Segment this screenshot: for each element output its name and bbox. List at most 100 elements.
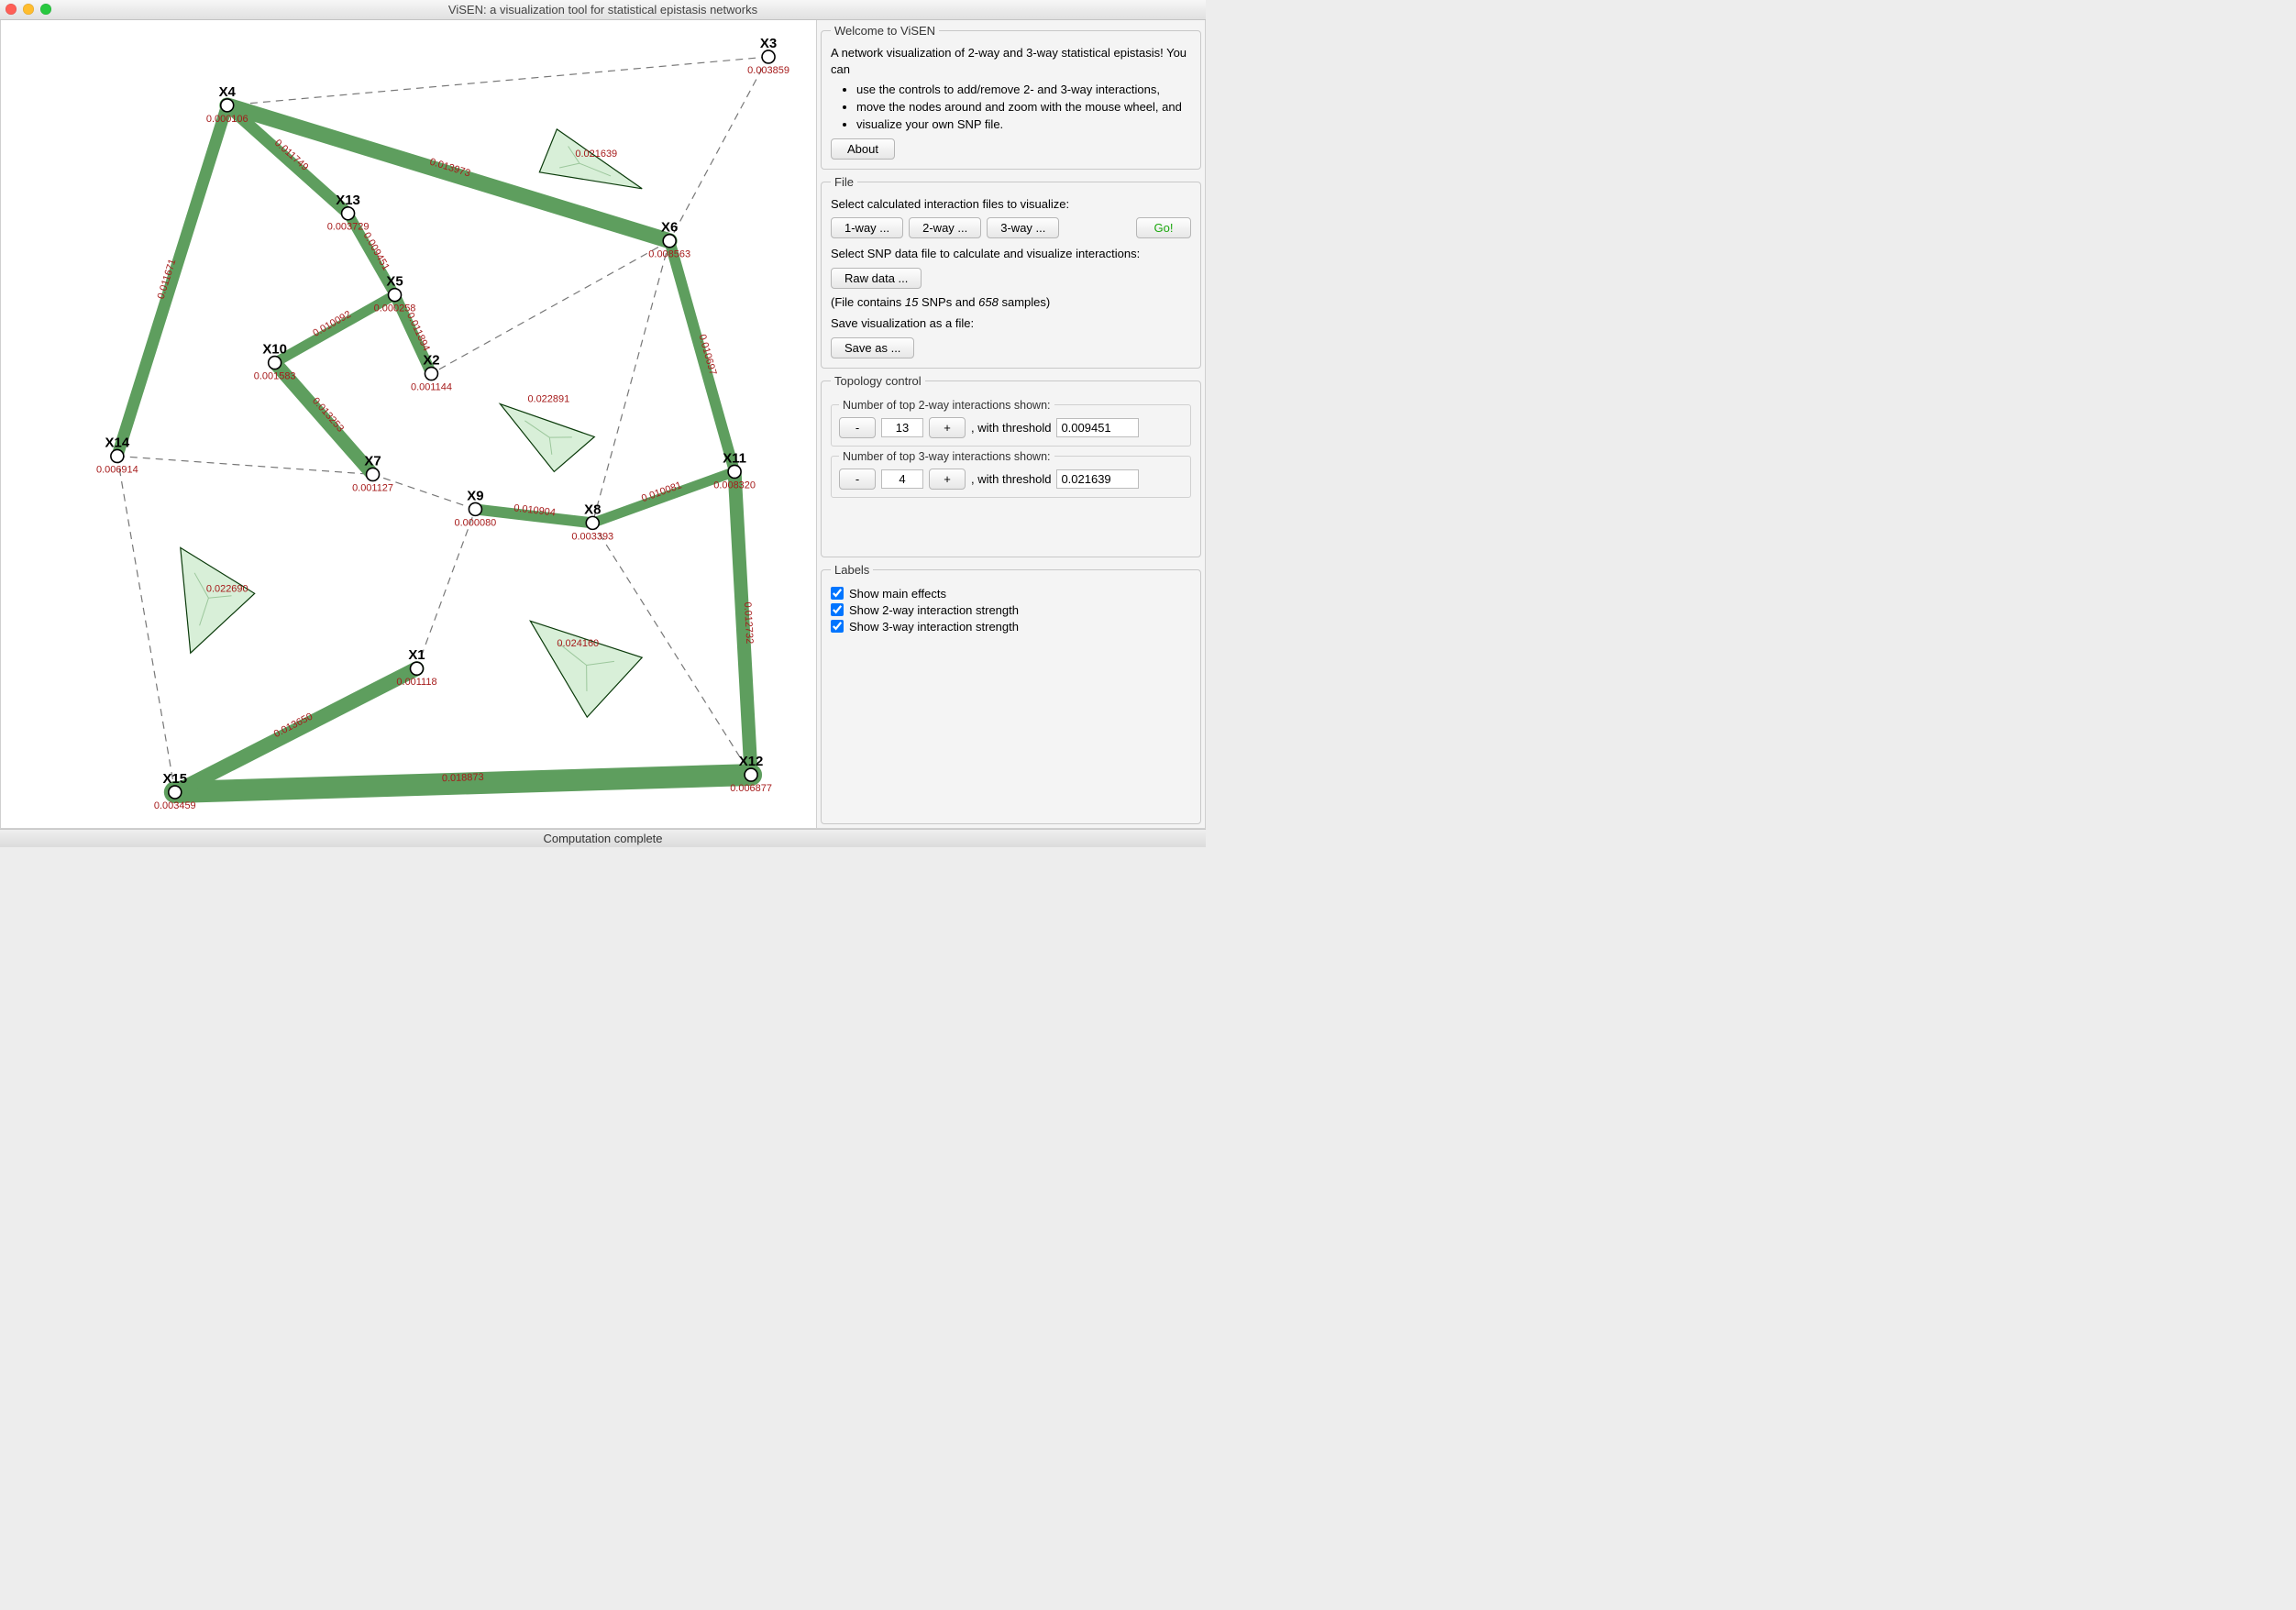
- node-value: 0.000258: [374, 303, 416, 314]
- file-select-snp-label: Select SNP data file to calculate and vi…: [831, 246, 1191, 262]
- node-value: 0.001127: [352, 482, 393, 493]
- node-value: 0.000080: [455, 517, 497, 528]
- node-value: 0.008320: [713, 480, 756, 491]
- node-label: X5: [386, 274, 403, 290]
- file-info-post: samples): [999, 295, 1050, 309]
- node-X13[interactable]: [342, 207, 355, 220]
- node-X15[interactable]: [169, 786, 182, 799]
- window-controls: [6, 4, 51, 15]
- node-X10[interactable]: [269, 357, 281, 369]
- two-way-plus-button[interactable]: +: [929, 417, 966, 438]
- dashed-edge: [416, 509, 475, 668]
- status-text: Computation complete: [543, 832, 662, 845]
- minimize-icon[interactable]: [23, 4, 34, 15]
- file-info-snps: 15: [905, 295, 918, 309]
- node-X9[interactable]: [469, 502, 481, 515]
- two-way-button[interactable]: 2-way ...: [909, 217, 981, 238]
- node-X12[interactable]: [745, 768, 757, 781]
- file-info: (File contains 15 SNPs and 658 samples): [831, 294, 1191, 311]
- node-value: 0.008563: [648, 249, 690, 260]
- node-value: 0.001144: [411, 382, 452, 393]
- three-way-minus-button[interactable]: -: [839, 469, 876, 490]
- zoom-icon[interactable]: [40, 4, 51, 15]
- three-way-threshold-input[interactable]: [1056, 469, 1139, 489]
- show-main-effects-checkbox[interactable]: [831, 587, 844, 600]
- three-way-triangle[interactable]: [500, 404, 594, 472]
- welcome-bullet: use the controls to add/remove 2- and 3-…: [856, 83, 1191, 98]
- file-panel: File Select calculated interaction files…: [821, 175, 1201, 369]
- window-title: ViSEN: a visualization tool for statisti…: [0, 3, 1206, 17]
- go-button[interactable]: Go!: [1136, 217, 1191, 238]
- content: 0.0216390.0228910.0226900.0241600.011671…: [0, 20, 1206, 829]
- welcome-bullets: use the controls to add/remove 2- and 3-…: [856, 83, 1191, 133]
- node-label: X7: [364, 453, 381, 469]
- node-label: X13: [336, 193, 360, 208]
- node-value: 0.003859: [747, 65, 789, 76]
- topology-panel: Topology control Number of top 2-way int…: [821, 374, 1201, 557]
- node-label: X2: [423, 353, 439, 369]
- node-label: X14: [105, 435, 130, 450]
- node-X8[interactable]: [586, 516, 599, 529]
- three-way-legend: Number of top 3-way interactions shown:: [839, 450, 1054, 463]
- sidebar: Welcome to ViSEN A network visualization…: [817, 20, 1205, 828]
- node-value: 0.003729: [327, 222, 370, 233]
- file-info-samples: 658: [978, 295, 999, 309]
- edge-value: 0.018873: [442, 772, 484, 784]
- labels-panel: Labels Show main effects Show 2-way inte…: [821, 563, 1201, 824]
- node-label: X6: [661, 220, 678, 236]
- node-X1[interactable]: [410, 662, 423, 675]
- three-way-control: Number of top 3-way interactions shown: …: [831, 450, 1191, 498]
- node-label: X8: [584, 502, 601, 517]
- dashed-edge: [431, 241, 669, 374]
- node-X11[interactable]: [728, 465, 741, 478]
- node-label: X3: [760, 36, 777, 51]
- file-legend: File: [831, 175, 857, 189]
- one-way-button[interactable]: 1-way ...: [831, 217, 903, 238]
- network-canvas[interactable]: 0.0216390.0228910.0226900.0241600.011671…: [1, 20, 817, 828]
- node-X7[interactable]: [367, 468, 380, 480]
- three-way-plus-button[interactable]: +: [929, 469, 966, 490]
- three-way-button[interactable]: 3-way ...: [987, 217, 1059, 238]
- node-X2[interactable]: [425, 368, 437, 380]
- raw-data-button[interactable]: Raw data ...: [831, 268, 922, 289]
- welcome-legend: Welcome to ViSEN: [831, 24, 939, 38]
- three-way-count-input[interactable]: [881, 469, 923, 489]
- node-label: X11: [723, 450, 746, 466]
- two-way-threshold-input[interactable]: [1056, 418, 1139, 437]
- titlebar: ViSEN: a visualization tool for statisti…: [0, 0, 1206, 20]
- node-label: X15: [162, 771, 187, 787]
- dashed-edge: [117, 456, 175, 792]
- node-value: 0.006877: [730, 783, 772, 794]
- about-button[interactable]: About: [831, 138, 895, 160]
- node-X4[interactable]: [221, 99, 234, 112]
- three-way-threshold-label: , with threshold: [971, 472, 1051, 486]
- two-way-control: Number of top 2-way interactions shown: …: [831, 399, 1191, 447]
- show-3way-label: Show 3-way interaction strength: [849, 620, 1019, 634]
- node-label: X12: [739, 754, 764, 769]
- dashed-edge: [117, 456, 373, 474]
- close-icon[interactable]: [6, 4, 17, 15]
- show-2way-checkbox[interactable]: [831, 603, 844, 616]
- two-way-minus-button[interactable]: -: [839, 417, 876, 438]
- show-3way-checkbox[interactable]: [831, 620, 844, 633]
- two-way-threshold-label: , with threshold: [971, 421, 1051, 435]
- node-X3[interactable]: [762, 50, 775, 63]
- node-X5[interactable]: [389, 289, 402, 302]
- node-value: 0.000106: [206, 114, 248, 125]
- node-X14[interactable]: [111, 449, 124, 462]
- node-value: 0.001118: [396, 677, 436, 688]
- save-as-button[interactable]: Save as ...: [831, 337, 914, 358]
- network-svg[interactable]: 0.0216390.0228910.0226900.0241600.011671…: [1, 20, 816, 828]
- two-way-count-input[interactable]: [881, 418, 923, 437]
- node-label: X10: [262, 342, 287, 358]
- node-label: X9: [467, 488, 483, 503]
- edge-value: 0.012732: [742, 601, 755, 644]
- three-way-value: 0.021639: [575, 149, 617, 160]
- node-value: 0.003393: [571, 531, 613, 542]
- file-info-pre: (File contains: [831, 295, 905, 309]
- three-way-triangle[interactable]: [181, 547, 255, 653]
- node-value: 0.006914: [96, 464, 138, 475]
- node-label: X1: [408, 647, 425, 663]
- welcome-intro: A network visualization of 2-way and 3-w…: [831, 45, 1191, 77]
- node-X6[interactable]: [663, 235, 676, 248]
